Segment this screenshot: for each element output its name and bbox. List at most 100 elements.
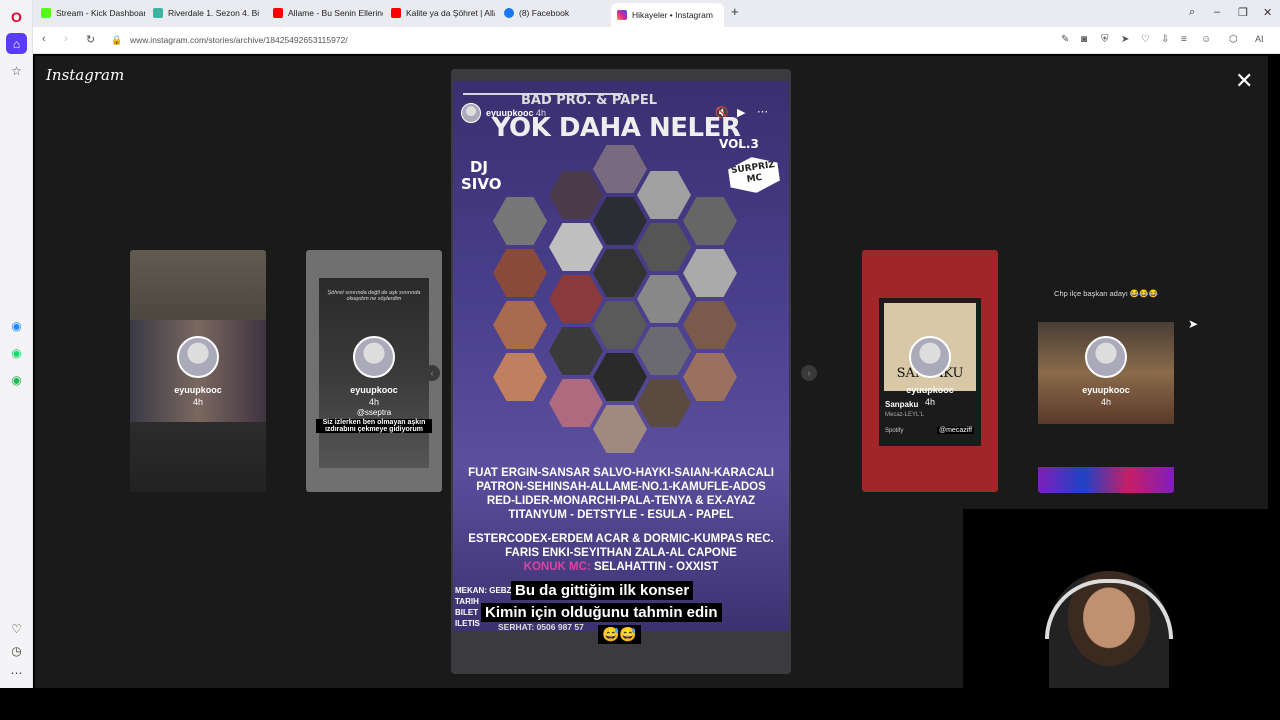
send-icon[interactable]: ➤ xyxy=(1121,34,1129,45)
tab-label: Stream - Kick Dashboard xyxy=(56,8,145,18)
download-icon[interactable]: ⇩ xyxy=(1161,34,1169,45)
story-username: eyuupkooc xyxy=(1082,385,1130,395)
spotify-icon[interactable]: ◉ xyxy=(6,369,27,390)
address-bar: ‹ › ↻ 🔒 www.instagram.com/stories/archiv… xyxy=(33,27,1280,54)
story-time: 4h xyxy=(368,397,379,407)
heart-icon[interactable]: ♡ xyxy=(1141,34,1150,45)
forward-icon[interactable]: › xyxy=(64,33,68,45)
reload-icon[interactable]: ↻ xyxy=(86,33,95,46)
poster-title: YOK DAHA NELER xyxy=(491,113,741,143)
tab-riverdale[interactable]: Riverdale 1. Sezon 4. Bölü xyxy=(147,3,259,23)
tab-facebook[interactable]: (8) Facebook xyxy=(498,3,608,23)
tab-strip: Stream - Kick Dashboard Riverdale 1. Sez… xyxy=(33,0,1280,27)
konuk-names: SELAHATTIN - OXXIST xyxy=(593,561,719,573)
lineup-line: FUAT ERGIN-SANSAR SALVO-HAYKI-SAIAN-KARA… xyxy=(468,467,774,479)
lock-icon: 🔒 xyxy=(111,35,123,45)
camera-icon[interactable]: ◙ xyxy=(1081,34,1087,45)
star-icon[interactable]: ☆ xyxy=(6,60,27,81)
story-handle: @mecaziff xyxy=(937,427,975,434)
info-label: MEKAN: GEBZ xyxy=(455,586,512,595)
poster-surprise-mc: SURPRIZ MC xyxy=(727,154,782,197)
more-options-icon[interactable]: ⋯ xyxy=(757,105,768,118)
artist-photo xyxy=(593,197,647,245)
profile-icon[interactable]: ☺ xyxy=(1201,34,1211,45)
close-window-icon[interactable]: ✕ xyxy=(1263,6,1272,19)
story-time: 4h xyxy=(192,397,203,407)
search-tabs-icon[interactable]: ⌕ xyxy=(1189,6,1195,19)
artist-photo xyxy=(493,249,547,297)
more-icon[interactable]: ⋯ xyxy=(6,662,27,683)
bottom-letterbox xyxy=(0,688,1280,720)
whatsapp-icon[interactable]: ◉ xyxy=(6,342,27,363)
restore-icon[interactable]: ❐ xyxy=(1238,6,1248,19)
tab-instagram[interactable]: Hikayeler • Instagram xyxy=(611,3,724,27)
artist-photo xyxy=(593,405,647,453)
story-preview-card[interactable]: eyuupkooc 4h xyxy=(130,250,266,492)
artist-photo xyxy=(637,223,691,271)
back-icon[interactable]: ‹ xyxy=(42,33,46,45)
story-preview-card[interactable]: Chp ilçe başkan adayı 😂😂😂 eyuupkooc 4h xyxy=(1038,279,1174,493)
avatar xyxy=(909,336,951,378)
lineup-konuk: KONUK MC: SELAHATTIN - OXXIST xyxy=(457,561,785,574)
minimize-icon[interactable]: – xyxy=(1214,6,1220,18)
menu-icon[interactable]: ≡ xyxy=(1181,34,1187,45)
story-caption: Bu da gittiğim ilk konser xyxy=(511,581,694,600)
artist-photo xyxy=(683,353,737,401)
artist-photo xyxy=(493,353,547,401)
opera-logo-icon[interactable]: O xyxy=(6,6,27,27)
instagram-icon xyxy=(617,10,627,20)
avatar xyxy=(353,336,395,378)
youtube-icon xyxy=(273,8,283,18)
artist-photo xyxy=(683,301,737,349)
close-icon[interactable]: ✕ xyxy=(1235,68,1253,94)
artist-photo xyxy=(549,171,603,219)
artist-photo xyxy=(549,275,603,323)
artist-photo xyxy=(637,327,691,375)
instagram-logo[interactable]: Instagram xyxy=(46,66,124,84)
url-field[interactable]: www.instagram.com/stories/archive/184254… xyxy=(130,35,348,45)
story-username: eyuupkooc xyxy=(350,385,398,395)
poster-dj: DJ SIVO xyxy=(461,158,502,193)
story-username: eyuupkooc xyxy=(906,385,954,395)
home-icon[interactable]: ⌂ xyxy=(6,33,27,54)
story-handle: @sseptra xyxy=(356,408,392,417)
artist-photo xyxy=(593,353,647,401)
avatar xyxy=(1085,336,1127,378)
webcam-overlay xyxy=(963,509,1280,688)
lineup-line: ESTERCODEX-ERDEM ACAR & DORMIC-KUMPAS RE… xyxy=(468,533,774,545)
shield-icon[interactable]: ⛨ xyxy=(1101,34,1109,45)
artist-photo xyxy=(593,301,647,349)
poster-presenter: BAD PRO. & PAPEL xyxy=(520,93,657,108)
site-icon xyxy=(153,8,163,18)
tab-label: Hikayeler • Instagram xyxy=(632,10,713,20)
mouse-cursor-icon: ➤ xyxy=(1188,317,1199,331)
messenger-icon[interactable]: ◉ xyxy=(6,315,27,336)
artist-photo xyxy=(493,301,547,349)
aria-ai-icon[interactable]: AI xyxy=(1255,34,1264,44)
edit-icon[interactable]: ✎ xyxy=(1061,34,1069,45)
tab-label: Allame - Bu Senin Ellerind xyxy=(288,8,383,18)
tab-kick[interactable]: Stream - Kick Dashboard xyxy=(35,3,145,23)
tab-youtube-1[interactable]: Allame - Bu Senin Ellerind xyxy=(267,3,383,23)
artist-photo xyxy=(593,145,647,193)
new-tab-icon[interactable]: + xyxy=(731,4,739,19)
previous-arrow-icon[interactable]: ‹ xyxy=(424,365,440,381)
cube-icon[interactable]: ⬡ xyxy=(1229,34,1238,45)
artist-photo xyxy=(637,275,691,323)
story-caption: Kimin için olduğunu tahmin edin xyxy=(481,603,722,622)
tab-youtube-2[interactable]: Kalite ya da Şöhret | Allam xyxy=(385,3,495,23)
active-story[interactable]: eyuupkooc 4h 🔇 ▶ ⋯ BAD PRO. & PAPEL YOK … xyxy=(451,69,791,674)
story-username: eyuupkooc xyxy=(174,385,222,395)
story-preview-card[interactable]: Şöhret sınırında değil de aşk sınırında … xyxy=(306,250,442,492)
artist-photo xyxy=(683,197,737,245)
lineup-line: RED-LIDER-MONARCHI-PALA-TENYA & EX-AYAZ xyxy=(486,495,756,507)
story-preview-card[interactable]: SANPAKU Sanpaku Mecaz-LEYL'L Spotify @me… xyxy=(862,250,998,492)
next-arrow-icon[interactable]: › xyxy=(801,365,817,381)
lineup-line: TITANYUM - DETSTYLE - ESULA - PAPEL xyxy=(508,509,734,521)
heart-icon[interactable]: ♡ xyxy=(6,618,27,639)
story-poster: eyuupkooc 4h 🔇 ▶ ⋯ BAD PRO. & PAPEL YOK … xyxy=(453,81,789,644)
lineup-line: PATRON-SEHINSAH-ALLAME-NO.1-KAMUFLE-ADOS xyxy=(476,481,766,493)
tab-label: Kalite ya da Şöhret | Allam xyxy=(406,8,495,18)
history-icon[interactable]: ◷ xyxy=(6,640,27,661)
konuk-label: KONUK MC: xyxy=(523,561,591,573)
